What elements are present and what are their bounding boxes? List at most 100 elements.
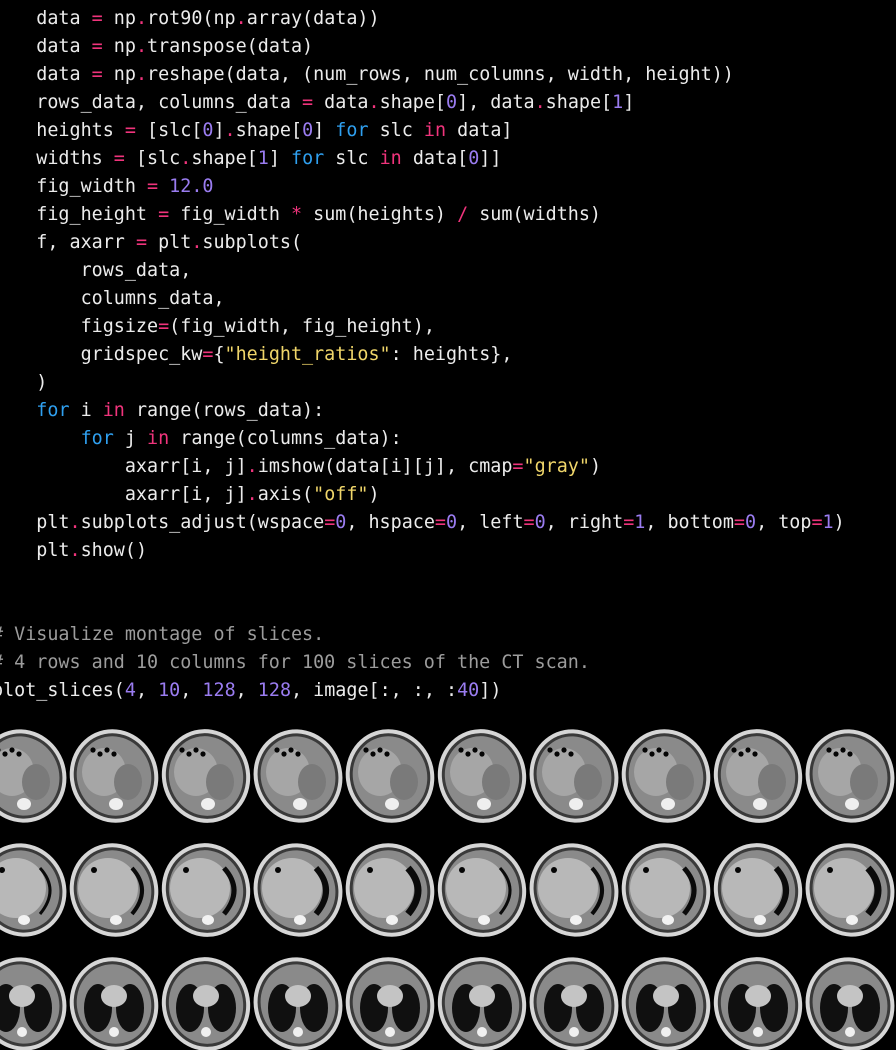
code-token: 12.0 <box>169 176 214 197</box>
code-token: = <box>324 512 336 533</box>
code-token: reshape(data, (num_rows, num_columns, wi… <box>147 64 734 85</box>
code-line[interactable]: data = np.reshape(data, (num_rows, num_c… <box>0 61 845 89</box>
ct-slice-image <box>621 729 711 823</box>
code-token: ) <box>36 372 48 393</box>
code-line[interactable]: plt.subplots_adjust(wspace=0, hspace=0, … <box>0 509 844 537</box>
code-cell-plot-slices-function[interactable]: data = np.rot90(np.array(data)) data = n… <box>0 5 845 565</box>
code-token: # 4 rows and 10 columns for 100 slices o… <box>0 652 590 673</box>
code-token: data <box>313 92 369 113</box>
code-token: i <box>69 400 103 421</box>
code-line[interactable]: f, axarr = plt.subplots( <box>0 229 845 257</box>
code-token: axarr[i, j] <box>0 484 247 505</box>
code-token: range(rows_data): <box>124 400 325 421</box>
code-token: shape[ <box>379 92 446 113</box>
code-token: columns_data, <box>0 288 225 309</box>
ct-slice-image <box>437 843 527 937</box>
code-token: (fig_width, fig_height), <box>169 316 435 337</box>
code-line[interactable]: # Visualize montage of slices. <box>0 621 590 649</box>
code-token: [slc[ <box>135 120 203 141</box>
ct-slice-image <box>0 729 67 823</box>
code-token: data <box>0 64 92 85</box>
code-token: = <box>91 64 103 85</box>
code-token: plt <box>36 512 70 533</box>
code-token: subplots( <box>202 232 303 253</box>
code-line[interactable]: for i in range(rows_data): <box>0 397 845 425</box>
code-token: plt <box>147 232 192 253</box>
code-line[interactable]: for j in range(columns_data): <box>0 425 845 453</box>
code-token: = <box>302 92 314 113</box>
code-token: = <box>434 512 446 533</box>
code-token: ] <box>213 120 225 141</box>
code-token: . <box>368 92 380 113</box>
ct-slice-image <box>621 957 711 1050</box>
code-token: plot_slices( <box>0 680 125 701</box>
code-token: = <box>135 232 148 253</box>
code-line[interactable]: plot_slices(4, 10, 128, 128, image[:, :,… <box>0 677 590 705</box>
ct-slice-image <box>69 843 159 937</box>
ct-slice-image <box>253 843 343 937</box>
code-line[interactable]: rows_data, <box>0 257 845 285</box>
code-line[interactable]: figsize=(fig_width, fig_height), <box>0 313 845 341</box>
code-token: f, axarr <box>0 232 136 253</box>
code-token: 0 <box>534 512 546 533</box>
ct-slice-image <box>529 957 619 1050</box>
code-token: , bottom <box>645 512 734 533</box>
code-token: figsize <box>0 316 159 337</box>
code-token: . <box>235 8 247 29</box>
ct-slice-image <box>161 729 251 823</box>
code-token: 128 <box>257 680 292 701</box>
code-line[interactable]: data = np.transpose(data) <box>0 33 845 61</box>
code-token: shape[ <box>191 148 258 169</box>
code-line[interactable]: rows_data, columns_data = data.shape[0],… <box>0 89 845 117</box>
code-token: 1 <box>634 512 646 533</box>
code-token: . <box>135 36 148 57</box>
code-token: axis( <box>257 484 314 505</box>
ct-slice-image <box>529 843 619 937</box>
code-line[interactable]: data = np.rot90(np.array(data)) <box>0 5 845 33</box>
code-token: 0 <box>335 512 347 533</box>
code-token: 1 <box>612 92 624 113</box>
ct-slice-image <box>805 957 895 1050</box>
code-line[interactable]: fig_width = 12.0 <box>0 173 845 201</box>
code-token: / <box>457 204 469 225</box>
code-token: , <box>180 680 203 701</box>
code-token: 0 <box>745 512 757 533</box>
ct-slice-image <box>253 957 343 1050</box>
code-token: = <box>113 148 125 169</box>
code-token: , <box>235 680 258 701</box>
code-token: , <box>135 680 159 701</box>
code-token: 0 <box>468 148 480 169</box>
code-line[interactable]: heights = [slc[0].shape[0] for slc in da… <box>0 117 845 145</box>
code-token: for <box>36 400 70 421</box>
code-line[interactable]: plt.show() <box>0 537 845 565</box>
ct-slice-image <box>621 843 711 937</box>
code-line[interactable]: axarr[i, j].imshow(data[i][j], cmap="gra… <box>0 453 845 481</box>
ct-slice-image <box>161 843 251 937</box>
ct-slice-image <box>345 843 435 937</box>
code-line[interactable]: ) <box>0 369 845 397</box>
code-line[interactable]: # 4 rows and 10 columns for 100 slices o… <box>0 649 590 677</box>
code-line[interactable]: axarr[i, j].axis("off") <box>0 481 845 509</box>
ct-slice-image <box>0 957 67 1050</box>
code-line[interactable]: gridspec_kw={"height_ratios": heights}, <box>0 341 845 369</box>
code-token: 1 <box>257 148 269 169</box>
code-token: { <box>213 344 225 365</box>
code-token: . <box>534 92 546 113</box>
code-token: 4 <box>124 680 136 701</box>
code-token: plt <box>36 540 70 561</box>
code-token: rows_data, columns_data <box>0 92 303 113</box>
code-token: for <box>335 120 369 141</box>
code-token: sum(heights) <box>302 204 458 225</box>
code-token: . <box>191 232 203 253</box>
code-line[interactable]: fig_height = fig_width * sum(heights) / … <box>0 201 845 229</box>
code-token: ] <box>623 92 635 113</box>
code-line[interactable]: widths = [slc.shape[1] for slc in data[0… <box>0 145 845 173</box>
code-token: show() <box>80 540 148 561</box>
code-token: = <box>124 120 136 141</box>
code-token: . <box>224 120 236 141</box>
code-cell-visualize-montage[interactable]: # Visualize montage of slices. # 4 rows a… <box>0 621 590 705</box>
ct-slice-image <box>437 957 527 1050</box>
code-line[interactable]: columns_data, <box>0 285 845 313</box>
code-token: , image[:, :, : <box>291 680 458 701</box>
code-token: = <box>158 316 170 337</box>
